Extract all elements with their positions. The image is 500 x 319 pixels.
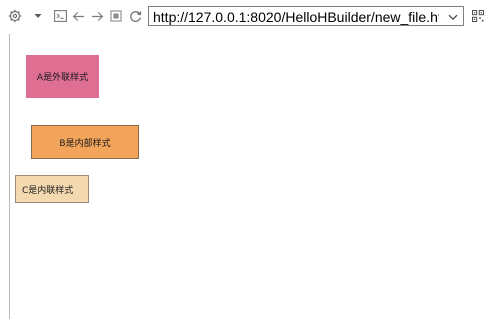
- box-a-external-style: A是外联样式: [26, 55, 99, 98]
- browser-viewport: http://127.0.0.1:8020/HelloHBuilder/new_…: [0, 0, 500, 319]
- box-b-internal-style: B是内部样式: [31, 125, 139, 159]
- box-c-label: C是内联样式: [22, 185, 74, 196]
- chevron-down-icon[interactable]: [33, 7, 43, 25]
- box-c-inline-style: C是内联样式: [15, 175, 89, 203]
- back-arrow-icon[interactable]: [70, 7, 86, 25]
- box-b-label: B是内部样式: [59, 138, 111, 149]
- address-url[interactable]: http://127.0.0.1:8020/HelloHBuilder/new_…: [153, 8, 439, 26]
- stop-icon[interactable]: [108, 7, 124, 25]
- gear-icon[interactable]: [6, 7, 24, 25]
- browser-toolbar: http://127.0.0.1:8020/HelloHBuilder/new_…: [0, 0, 500, 34]
- refresh-icon[interactable]: [127, 7, 143, 25]
- qr-code-icon[interactable]: [471, 7, 485, 25]
- forward-arrow-icon[interactable]: [89, 7, 105, 25]
- address-bar[interactable]: http://127.0.0.1:8020/HelloHBuilder/new_…: [148, 6, 464, 26]
- page-left-border: [9, 34, 10, 319]
- box-a-label: A是外联样式: [36, 73, 89, 83]
- dropdown-icon[interactable]: [444, 8, 462, 26]
- terminal-icon[interactable]: [52, 7, 68, 25]
